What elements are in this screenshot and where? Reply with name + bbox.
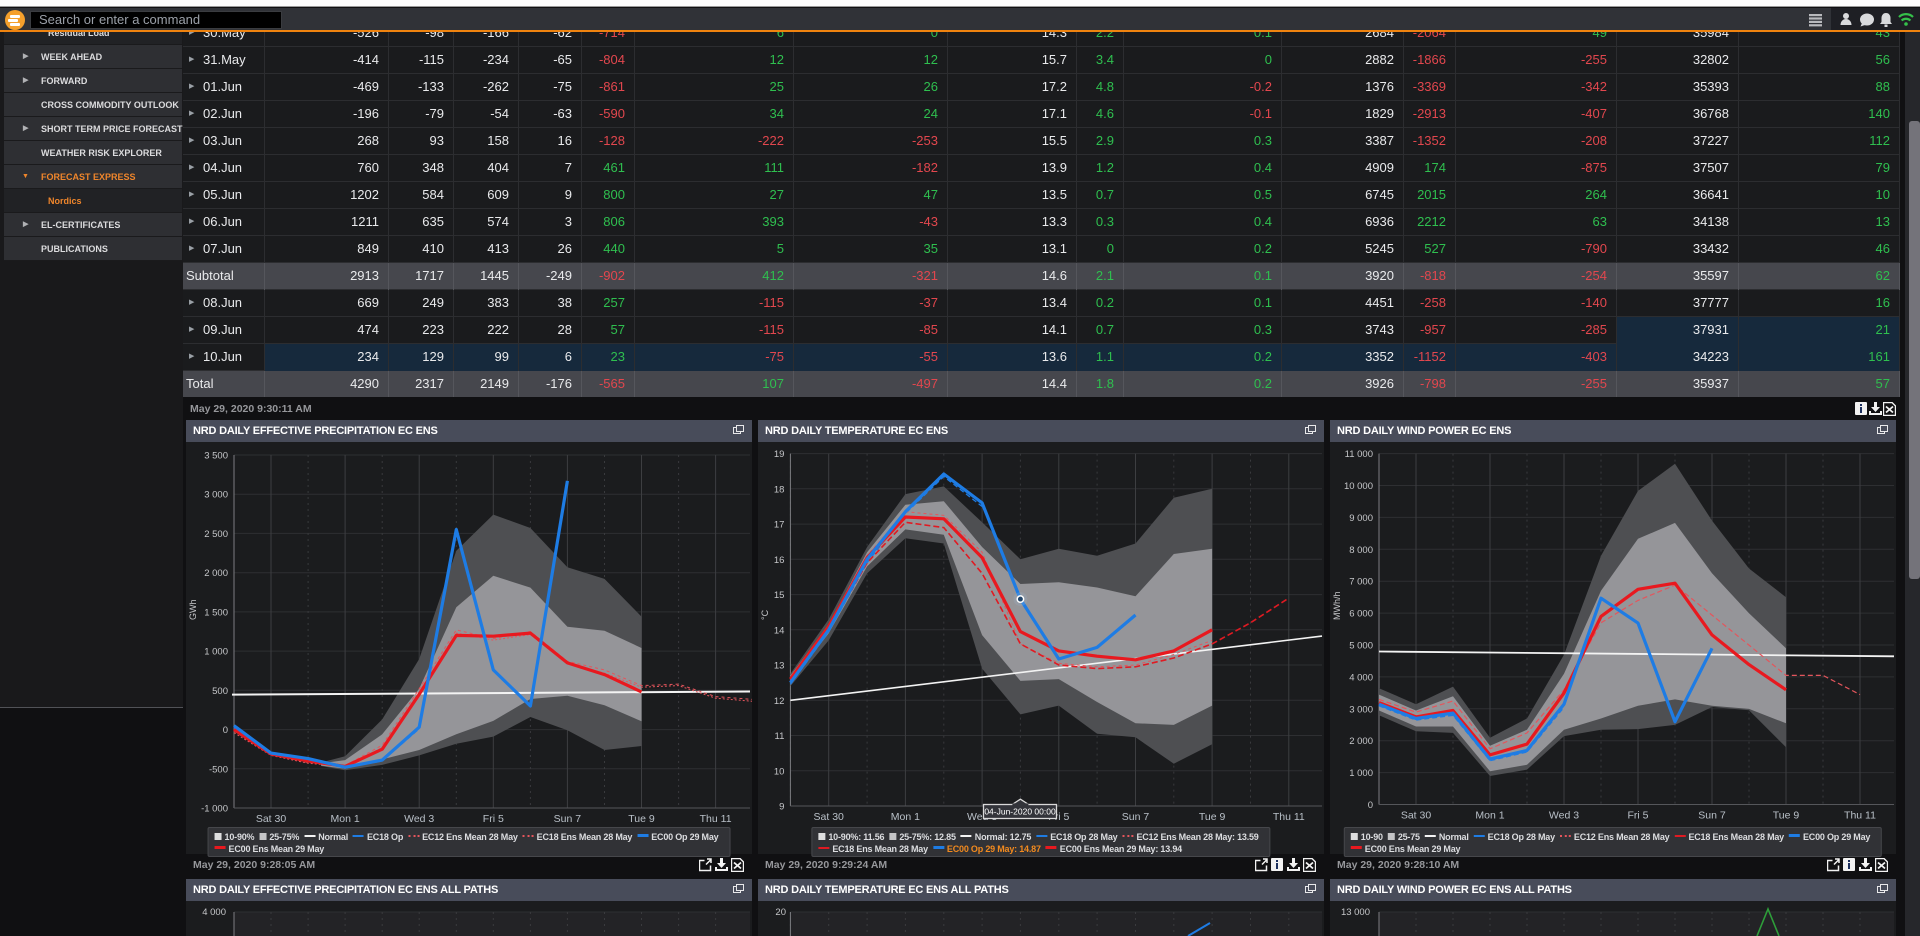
svg-text:7 000: 7 000 [1349,577,1373,588]
svg-text:1 000: 1 000 [1349,768,1373,779]
svg-text:Wed 3: Wed 3 [404,813,434,825]
svg-text:Thu 11: Thu 11 [1844,810,1876,822]
svg-text:Mon 1: Mon 1 [891,811,920,823]
svg-text:Wed 3: Wed 3 [1549,810,1579,822]
svg-text:17: 17 [774,520,785,531]
svg-text:Fri 5: Fri 5 [1628,810,1649,822]
svg-text:11 000: 11 000 [1345,449,1373,460]
svg-text:5 000: 5 000 [1349,641,1373,652]
svg-text:10: 10 [774,766,785,777]
svg-text:19: 19 [774,449,785,460]
svg-text:13: 13 [774,661,785,672]
svg-text:13 000: 13 000 [1341,907,1370,918]
svg-text:Tue 9: Tue 9 [1199,811,1226,823]
svg-text:3 000: 3 000 [1349,704,1373,715]
svg-text:Sat 30: Sat 30 [1401,810,1432,822]
svg-text:9 000: 9 000 [1349,513,1373,524]
svg-text:15: 15 [774,590,785,601]
svg-text:Sat 30: Sat 30 [256,813,287,825]
svg-text:Mon 1: Mon 1 [331,813,360,825]
svg-text:16: 16 [774,555,785,566]
svg-text:Thu 11: Thu 11 [1273,811,1305,823]
svg-text:Thu 11: Thu 11 [700,813,732,825]
svg-text:3 500: 3 500 [204,451,228,462]
svg-text:Sun 7: Sun 7 [554,813,582,825]
svg-text:3 000: 3 000 [204,490,228,501]
svg-text:2 000: 2 000 [204,568,228,579]
svg-text:2 500: 2 500 [204,529,228,540]
svg-text:Fri 5: Fri 5 [483,813,504,825]
svg-text:1 000: 1 000 [204,647,228,658]
svg-text:0: 0 [1368,800,1373,811]
svg-text:12: 12 [774,696,785,707]
svg-text:-500: -500 [209,764,228,775]
svg-text:10 000: 10 000 [1344,481,1373,492]
svg-text:Sat 30: Sat 30 [814,811,845,823]
svg-text:18: 18 [774,484,785,495]
svg-text:20: 20 [775,907,786,918]
svg-text:4 000: 4 000 [202,907,226,918]
svg-text:Mon 1: Mon 1 [1475,810,1504,822]
svg-text:Tue 9: Tue 9 [628,813,655,825]
svg-text:1 500: 1 500 [204,607,228,618]
svg-text:8 000: 8 000 [1349,545,1373,556]
svg-text:04-Jun-2020 00:00: 04-Jun-2020 00:00 [984,807,1056,817]
svg-text:4 000: 4 000 [1349,672,1373,683]
svg-text:Tue 9: Tue 9 [1773,810,1800,822]
svg-text:6 000: 6 000 [1349,609,1373,620]
svg-text:Sun 7: Sun 7 [1698,810,1726,822]
svg-text:14: 14 [774,625,785,636]
svg-text:11: 11 [775,731,785,742]
svg-text:9: 9 [779,802,784,813]
svg-text:500: 500 [212,686,228,697]
svg-text:-1 000: -1 000 [201,804,228,815]
svg-text:Sun 7: Sun 7 [1122,811,1150,823]
svg-text:0: 0 [223,725,228,736]
svg-text:2 000: 2 000 [1349,736,1373,747]
